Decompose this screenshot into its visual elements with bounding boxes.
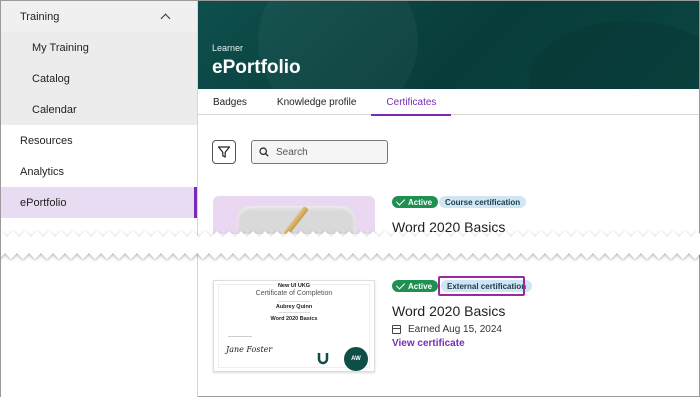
sidebar-item-label: My Training [32, 41, 89, 54]
sidebar-item-calendar[interactable]: Calendar [1, 94, 197, 125]
status-badge: Active [392, 279, 439, 292]
sidebar-item-my-training[interactable]: My Training [1, 32, 197, 63]
ukg-logo-icon [317, 353, 329, 365]
calendar-icon [392, 325, 401, 334]
certificate-title: Word 2020 Basics [392, 303, 506, 319]
page-header: Learner ePortfolio [198, 1, 699, 89]
sidebar-item-label: ePortfolio [20, 196, 67, 209]
sidebar-item-label: Resources [20, 134, 73, 147]
certificate-signature: Jane Foster [226, 345, 273, 354]
certificate-thumbnail[interactable]: New UI UKG Certificate of Completion Aub… [213, 280, 375, 372]
status-badge-label: Active [408, 281, 433, 291]
view-certificate-link[interactable]: View certificate [392, 338, 465, 349]
sidebar-item-label: Training [20, 10, 60, 23]
highlight-box [438, 276, 525, 296]
check-icon [395, 195, 406, 206]
filter-icon [217, 146, 231, 158]
sidebar-group-training: Training My Training Catalog Calendar [1, 1, 197, 125]
search-input[interactable] [276, 146, 376, 158]
certificate-divider [228, 336, 252, 337]
type-badge-label: Course certification [445, 197, 521, 207]
certificate-divider [278, 301, 310, 302]
sidebar-item-label: Calendar [32, 103, 77, 116]
tab-badges[interactable]: Badges [198, 89, 262, 115]
certificate-seal: AW [344, 347, 368, 371]
sidebar-item-catalog[interactable]: Catalog [1, 63, 197, 94]
certificate-course: Word 2020 Basics [270, 316, 318, 322]
sidebar: Training My Training Catalog Calendar Re… [1, 1, 198, 397]
filter-button[interactable] [212, 140, 236, 164]
torn-paper-divider [1, 231, 700, 259]
tab-knowledge-profile[interactable]: Knowledge profile [262, 89, 372, 115]
page-title: ePortfolio [212, 57, 301, 78]
sidebar-item-eportfolio[interactable]: ePortfolio [1, 187, 197, 218]
sidebar-item-label: Catalog [32, 72, 70, 85]
certification-type-badge: Course certification [439, 196, 527, 208]
certificate-divider [278, 312, 310, 313]
certificate-heading: Certificate of Completion [255, 290, 333, 297]
sidebar-item-training[interactable]: Training [1, 1, 197, 32]
search-box [251, 140, 388, 164]
tab-bar: Badges Knowledge profile Certificates [198, 89, 699, 116]
sidebar-item-label: Analytics [20, 165, 65, 178]
earned-date: Earned Aug 15, 2024 [392, 324, 502, 335]
tab-certificates[interactable]: Certificates [371, 89, 452, 116]
status-badge: Active [392, 195, 439, 208]
page-eyebrow: Learner [212, 43, 244, 53]
check-icon [395, 279, 406, 290]
certificate-recipient: Aubrey Quinn [275, 304, 313, 310]
sidebar-item-analytics[interactable]: Analytics [1, 156, 197, 187]
earned-date-label: Earned Aug 15, 2024 [408, 324, 502, 335]
sidebar-item-resources[interactable]: Resources [1, 125, 197, 156]
search-icon [259, 147, 269, 157]
status-badge-label: Active [408, 197, 433, 207]
chevron-up-icon[interactable] [160, 13, 171, 24]
certificate-org: New UI UKG [277, 283, 311, 289]
